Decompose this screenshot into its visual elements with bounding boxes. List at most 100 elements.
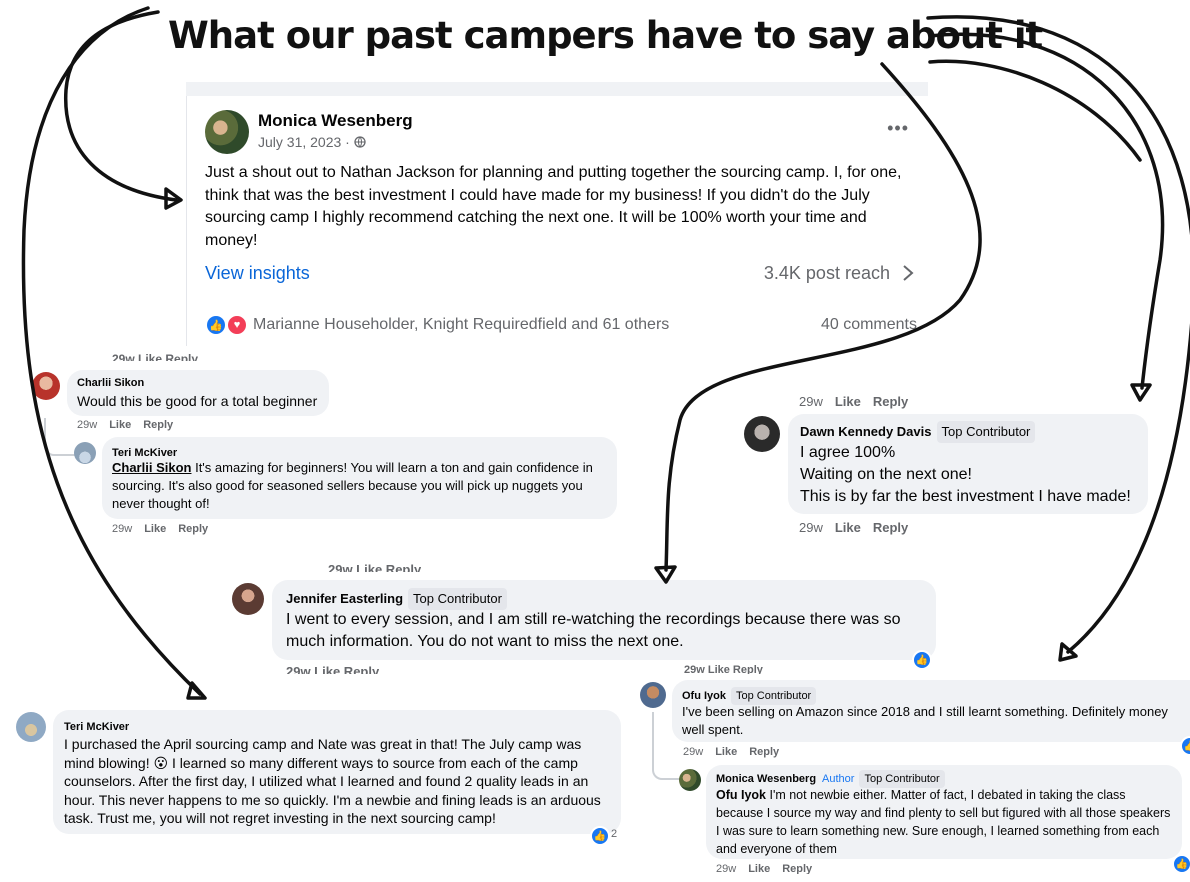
comment-bubble: Monica Wesenberg Author Top Contributor Of… xyxy=(706,765,1182,859)
reply-button[interactable]: Reply xyxy=(873,520,908,535)
cut-meta-text: 29w Like Reply xyxy=(684,664,763,674)
comment-age[interactable]: 29w xyxy=(799,394,823,409)
comment-age[interactable]: 29w xyxy=(683,746,703,758)
comment-actions: 29w Like Reply xyxy=(112,523,220,535)
comment-age[interactable]: 29w xyxy=(716,863,736,874)
like-reaction-icon[interactable]: 👍 xyxy=(912,650,932,670)
comment-author-name: Ofu Iyok xyxy=(682,690,727,702)
arrow-to-ofu xyxy=(926,15,1190,654)
comment-actions: 29w Like Reply xyxy=(716,863,824,874)
arrow-to-post xyxy=(64,10,178,202)
reply-button[interactable]: Reply xyxy=(178,523,208,535)
avatar[interactable] xyxy=(74,442,96,464)
avatar[interactable] xyxy=(16,712,46,742)
comment-line: I agree 100% xyxy=(800,444,896,461)
avatar[interactable] xyxy=(205,110,249,154)
comment-actions: 29w Like Reply xyxy=(799,520,920,535)
arrow-head xyxy=(1058,642,1078,662)
comment-author-name: Monica Wesenberg xyxy=(716,773,817,785)
more-options-button[interactable]: ••• xyxy=(887,118,909,139)
like-button[interactable]: Like xyxy=(715,746,737,758)
like-button[interactable]: Like xyxy=(835,394,861,409)
cut-meta-text: 29w Like Reply xyxy=(112,352,199,361)
comment-author[interactable]: Charlii Sikon xyxy=(77,377,144,389)
comment-line: Waiting on the next one! xyxy=(800,466,972,483)
like-reaction-icon: 👍 xyxy=(207,316,225,334)
globe-icon xyxy=(354,136,366,148)
reply-button[interactable]: Reply xyxy=(143,419,173,431)
comment-body: I'm not newbie either. Matter of fact, I… xyxy=(716,788,1171,856)
reply-button[interactable]: Reply xyxy=(873,394,908,409)
comment-text: I purchased the April sourcing camp and … xyxy=(64,736,601,826)
reaction-count[interactable]: 2 xyxy=(611,828,617,840)
comment-author-name: Jennifer Easterling xyxy=(286,591,404,606)
reactions-summary[interactable]: 👍 ♥ Marianne Householder, Knight Required… xyxy=(207,315,669,335)
arrow-head xyxy=(164,187,183,210)
thread-line xyxy=(652,712,680,780)
like-button[interactable]: Like xyxy=(748,863,770,874)
avatar[interactable] xyxy=(32,372,60,400)
thread-line xyxy=(44,418,76,456)
avatar[interactable] xyxy=(679,769,701,791)
comment-text: Would this be good for a total beginner xyxy=(77,393,318,409)
like-reaction-icon[interactable]: 👍 xyxy=(1172,854,1190,874)
comment-bubble: Teri McKiver I purchased the April sourc… xyxy=(53,710,621,834)
post-date-text: July 31, 2023 · xyxy=(258,134,354,150)
like-button[interactable]: Like xyxy=(144,523,166,535)
avatar[interactable] xyxy=(640,682,666,708)
comment-bubble: Dawn Kennedy Davis Top Contributor I agre… xyxy=(788,414,1148,514)
like-reaction-icon[interactable]: 👍 xyxy=(590,826,610,846)
comment-text: I've been selling on Amazon since 2018 a… xyxy=(682,704,1168,737)
comment-author-name: Dawn Kennedy Davis xyxy=(800,424,932,439)
comment-author[interactable]: Dawn Kennedy Davis Top Contributor xyxy=(800,421,1036,443)
comment-bubble: Teri McKiver Charlii Sikon It's amazing … xyxy=(102,437,617,519)
mention-link[interactable]: Charlii Sikon xyxy=(112,460,191,475)
cut-meta-row: 29w Like Reply xyxy=(328,562,421,572)
arrow-to-dawn xyxy=(928,32,1165,390)
post-reach[interactable]: 3.4K post reach xyxy=(764,263,915,284)
arrow-to-teri xyxy=(21,6,202,696)
post-top-edge xyxy=(186,82,928,96)
comment-text: I went to every session, and I am still … xyxy=(286,611,901,650)
top-contributor-badge: Top Contributor xyxy=(408,588,507,610)
top-contributor-badge: Top Contributor xyxy=(936,421,1036,443)
view-insights-link[interactable]: View insights xyxy=(205,263,310,284)
facebook-post: Monica Wesenberg July 31, 2023 · ••• Jus… xyxy=(186,96,929,346)
chevron-right-icon xyxy=(903,265,914,281)
cut-meta-text: 29w Like Reply xyxy=(286,664,380,674)
comment-actions: 29w Like Reply xyxy=(77,419,185,431)
comment-actions: 29w Like Reply xyxy=(683,746,791,758)
post-date[interactable]: July 31, 2023 · xyxy=(258,134,366,150)
love-reaction-icon: ♥ xyxy=(227,315,247,335)
arrow-head xyxy=(1130,383,1152,402)
cut-meta-row: 29w Like Reply xyxy=(684,664,763,674)
comment-age[interactable]: 29w xyxy=(799,520,823,535)
comment-bubble: Ofu Iyok Top Contributor I've been sellin… xyxy=(672,680,1190,742)
post-author[interactable]: Monica Wesenberg xyxy=(258,111,413,131)
reply-button[interactable]: Reply xyxy=(782,863,812,874)
comment-bubble: Jennifer Easterling Top Contributor I wen… xyxy=(272,580,936,660)
like-button[interactable]: Like xyxy=(835,520,861,535)
post-text: Just a shout out to Nathan Jackson for p… xyxy=(205,164,902,249)
comment-age[interactable]: 29w xyxy=(112,523,132,535)
like-button[interactable]: Like xyxy=(109,419,131,431)
like-reaction-icon[interactable]: 👍 xyxy=(1180,736,1190,756)
arrow-head xyxy=(186,681,207,700)
avatar[interactable] xyxy=(232,583,264,615)
avatar[interactable] xyxy=(744,416,780,452)
comment-text: I agree 100% Waiting on the next one! Th… xyxy=(800,442,1131,508)
cut-meta-text: 29w Like Reply xyxy=(328,562,422,572)
mention-link[interactable]: Ofu Iyok xyxy=(716,788,766,802)
comment-author[interactable]: Jennifer Easterling Top Contributor xyxy=(286,588,507,610)
comment-line: This is by far the best investment I hav… xyxy=(800,488,1131,505)
comments-count[interactable]: 40 comments xyxy=(821,316,917,334)
cut-meta-row: 29w Like Reply xyxy=(112,352,198,361)
comment-age[interactable]: 29w xyxy=(77,419,97,431)
reply-button[interactable]: Reply xyxy=(749,746,779,758)
arrow-underline xyxy=(928,59,1142,162)
headline: What our past campers have to say about … xyxy=(168,14,1043,57)
author-badge: Author xyxy=(822,773,855,785)
comment-bubble: Charlii Sikon Would this be good for a t… xyxy=(67,370,329,416)
comment-author[interactable]: Teri McKiver xyxy=(64,718,129,737)
comment-text: Ofu Iyok I'm not newbie either. Matter o… xyxy=(716,786,1176,858)
